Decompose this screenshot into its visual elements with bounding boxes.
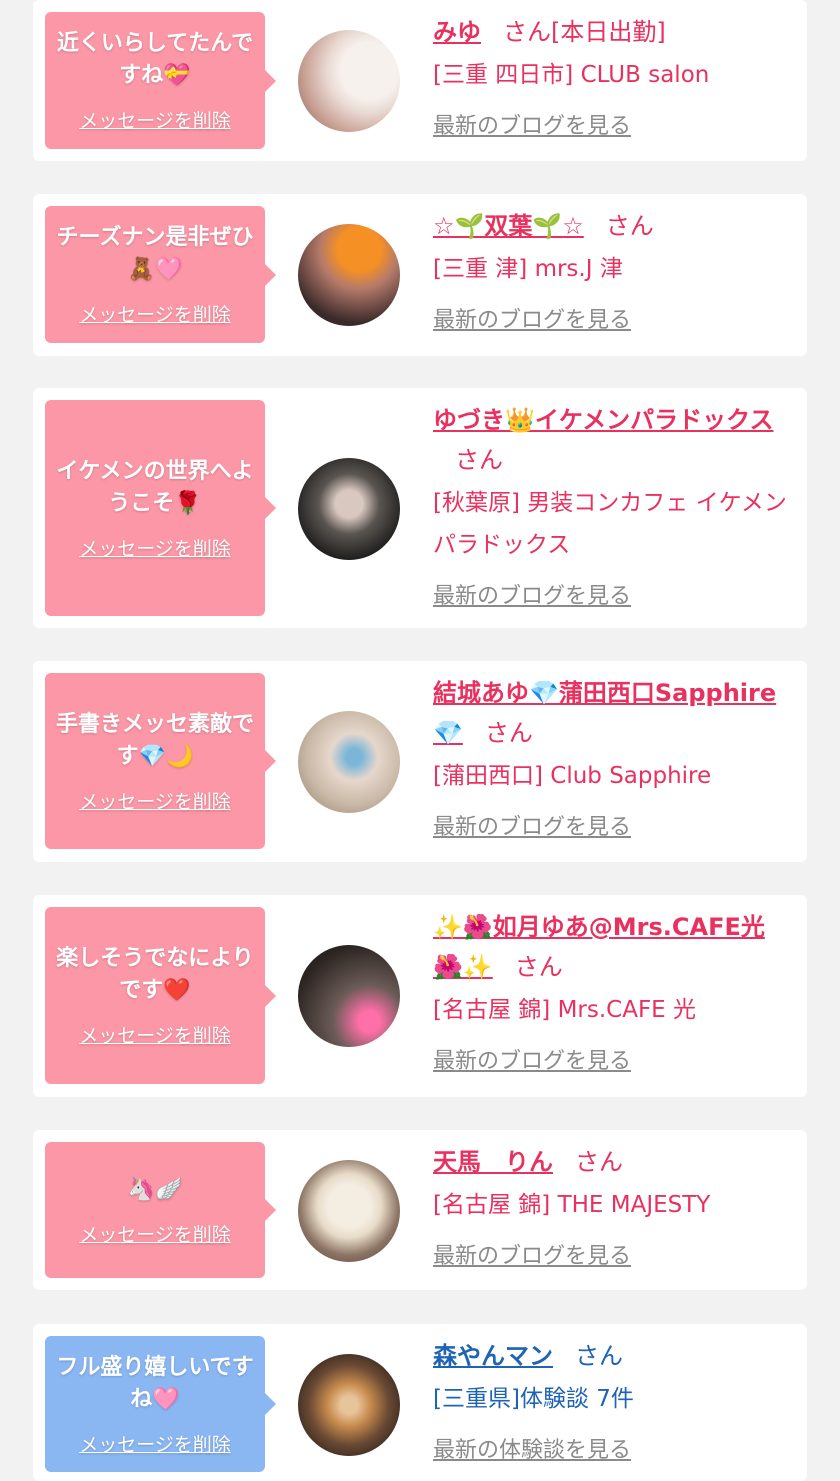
profile-info: 天馬 りん さん [名古屋 錦] THE MAJESTY 最新のブログを見る	[433, 1142, 789, 1270]
profile-name-link[interactable]: ☆🌱双葉🌱☆	[433, 212, 584, 240]
latest-blog-link[interactable]: 最新のブログを見る	[433, 302, 789, 334]
message-bubble: 🦄🪽 メッセージを削除	[45, 1142, 276, 1278]
message-card: イケメンの世界へようこそ🌹 メッセージを削除 ゆづき👑イケメンパラドックスさん …	[33, 388, 807, 628]
profile-name-link[interactable]: 森やんマン	[433, 1342, 553, 1370]
honorific: さん[本日出勤]	[503, 18, 666, 46]
latest-experience-link[interactable]: 最新の体験談を見る	[433, 1432, 789, 1464]
message-bubble: 手書きメッセ素敵です💎🌙 メッセージを削除	[45, 673, 276, 849]
profile-name-link[interactable]: みゆ	[433, 18, 481, 46]
latest-blog-link[interactable]: 最新のブログを見る	[433, 578, 789, 610]
shop-label: [名古屋 錦] THE MAJESTY	[433, 1192, 711, 1218]
delete-message-link[interactable]: メッセージを削除	[79, 1021, 231, 1048]
shop-label: [蒲田西口] Club Sapphire	[433, 763, 712, 789]
latest-blog-link[interactable]: 最新のブログを見る	[433, 108, 789, 140]
message-bubble: チーズナン是非ぜひ🧸🩷 メッセージを削除	[45, 206, 276, 343]
avatar[interactable]	[298, 711, 400, 813]
latest-blog-link[interactable]: 最新のブログを見る	[433, 1043, 789, 1075]
message-card: 楽しそうでなによりです❤️ メッセージを削除 ✨🌺如月ゆあ@Mrs.CAFE光🌺…	[33, 895, 807, 1097]
profile-info: 森やんマン さん [三重県]体験談 7件 最新の体験談を見る	[433, 1336, 789, 1464]
delete-message-link[interactable]: メッセージを削除	[79, 300, 231, 327]
honorific: さん	[484, 719, 533, 747]
honorific: さん	[575, 1342, 623, 1370]
latest-blog-link[interactable]: 最新のブログを見る	[433, 809, 789, 841]
message-text: 🦄🪽	[127, 1176, 183, 1202]
shop-label: [三重 津] mrs.J 津	[433, 256, 623, 282]
avatar[interactable]	[298, 945, 400, 1047]
delete-message-link[interactable]: メッセージを削除	[79, 534, 231, 561]
delete-message-link[interactable]: メッセージを削除	[79, 1220, 231, 1247]
delete-message-link[interactable]: メッセージを削除	[79, 787, 231, 814]
shop-label: [名古屋 錦] Mrs.CAFE 光	[433, 997, 697, 1023]
message-card: フル盛り嬉しいですね🩷 メッセージを削除 森やんマン さん [三重県]体験談 7件…	[33, 1324, 807, 1481]
message-bubble: 近くいらしてたんですね💝 メッセージを削除	[45, 12, 276, 149]
message-text: フル盛り嬉しいですね🩷	[56, 1354, 254, 1412]
message-text: 近くいらしてたんですね💝	[56, 31, 254, 88]
message-text: イケメンの世界へようこそ🌹	[56, 458, 254, 516]
honorific: さん	[575, 1148, 623, 1176]
message-bubble: イケメンの世界へようこそ🌹 メッセージを削除	[45, 400, 276, 616]
profile-info: みゆ さん[本日出勤] [三重 四日市] CLUB salon 最新のブログを見る	[433, 12, 789, 140]
profile-name-link[interactable]: ゆづき👑イケメンパラドックス	[433, 406, 773, 434]
shop-label: [三重 四日市] CLUB salon	[433, 62, 710, 88]
message-card: 手書きメッセ素敵です💎🌙 メッセージを削除 結城あゆ💎蒲田西口Sapphire💎…	[33, 661, 807, 862]
message-text: 楽しそうでなによりです❤️	[56, 946, 254, 1003]
avatar[interactable]	[298, 224, 400, 326]
profile-info: ☆🌱双葉🌱☆ さん [三重 津] mrs.J 津 最新のブログを見る	[433, 206, 789, 334]
message-card: 🦄🪽 メッセージを削除 天馬 りん さん [名古屋 錦] THE MAJESTY …	[33, 1130, 807, 1290]
honorific: さん	[514, 953, 563, 981]
message-text: 手書きメッセ素敵です💎🌙	[55, 711, 254, 769]
honorific: さん	[605, 212, 654, 240]
profile-info: ゆづき👑イケメンパラドックスさん [秋葉原] 男装コンカフェ イケメンパラドック…	[433, 400, 789, 610]
shop-label: [三重県]体験談 7件	[433, 1386, 634, 1412]
message-card: チーズナン是非ぜひ🧸🩷 メッセージを削除 ☆🌱双葉🌱☆ さん [三重 津] mrs…	[33, 194, 807, 356]
message-text: チーズナン是非ぜひ🧸🩷	[56, 225, 254, 282]
message-card: 近くいらしてたんですね💝 メッセージを削除 みゆ さん[本日出勤] [三重 四日市…	[33, 0, 807, 161]
avatar[interactable]	[298, 1354, 400, 1456]
profile-name-link[interactable]: 天馬 りん	[433, 1148, 553, 1176]
delete-message-link[interactable]: メッセージを削除	[79, 1430, 231, 1457]
profile-name-link[interactable]: ✨🌺如月ゆあ@Mrs.CAFE光🌺✨	[433, 913, 765, 981]
delete-message-link[interactable]: メッセージを削除	[79, 106, 231, 133]
honorific: さん	[455, 446, 503, 474]
latest-blog-link[interactable]: 最新のブログを見る	[433, 1238, 789, 1270]
avatar[interactable]	[298, 458, 400, 560]
shop-label: [秋葉原] 男装コンカフェ イケメンパラドックス	[433, 490, 787, 558]
message-bubble: フル盛り嬉しいですね🩷 メッセージを削除	[45, 1336, 276, 1472]
avatar[interactable]	[298, 30, 400, 132]
message-bubble: 楽しそうでなによりです❤️ メッセージを削除	[45, 907, 276, 1084]
avatar[interactable]	[298, 1160, 400, 1262]
profile-info: ✨🌺如月ゆあ@Mrs.CAFE光🌺✨ さん [名古屋 錦] Mrs.CAFE 光 …	[433, 907, 789, 1075]
profile-info: 結城あゆ💎蒲田西口Sapphire💎 さん [蒲田西口] Club Sapphir…	[433, 673, 789, 841]
